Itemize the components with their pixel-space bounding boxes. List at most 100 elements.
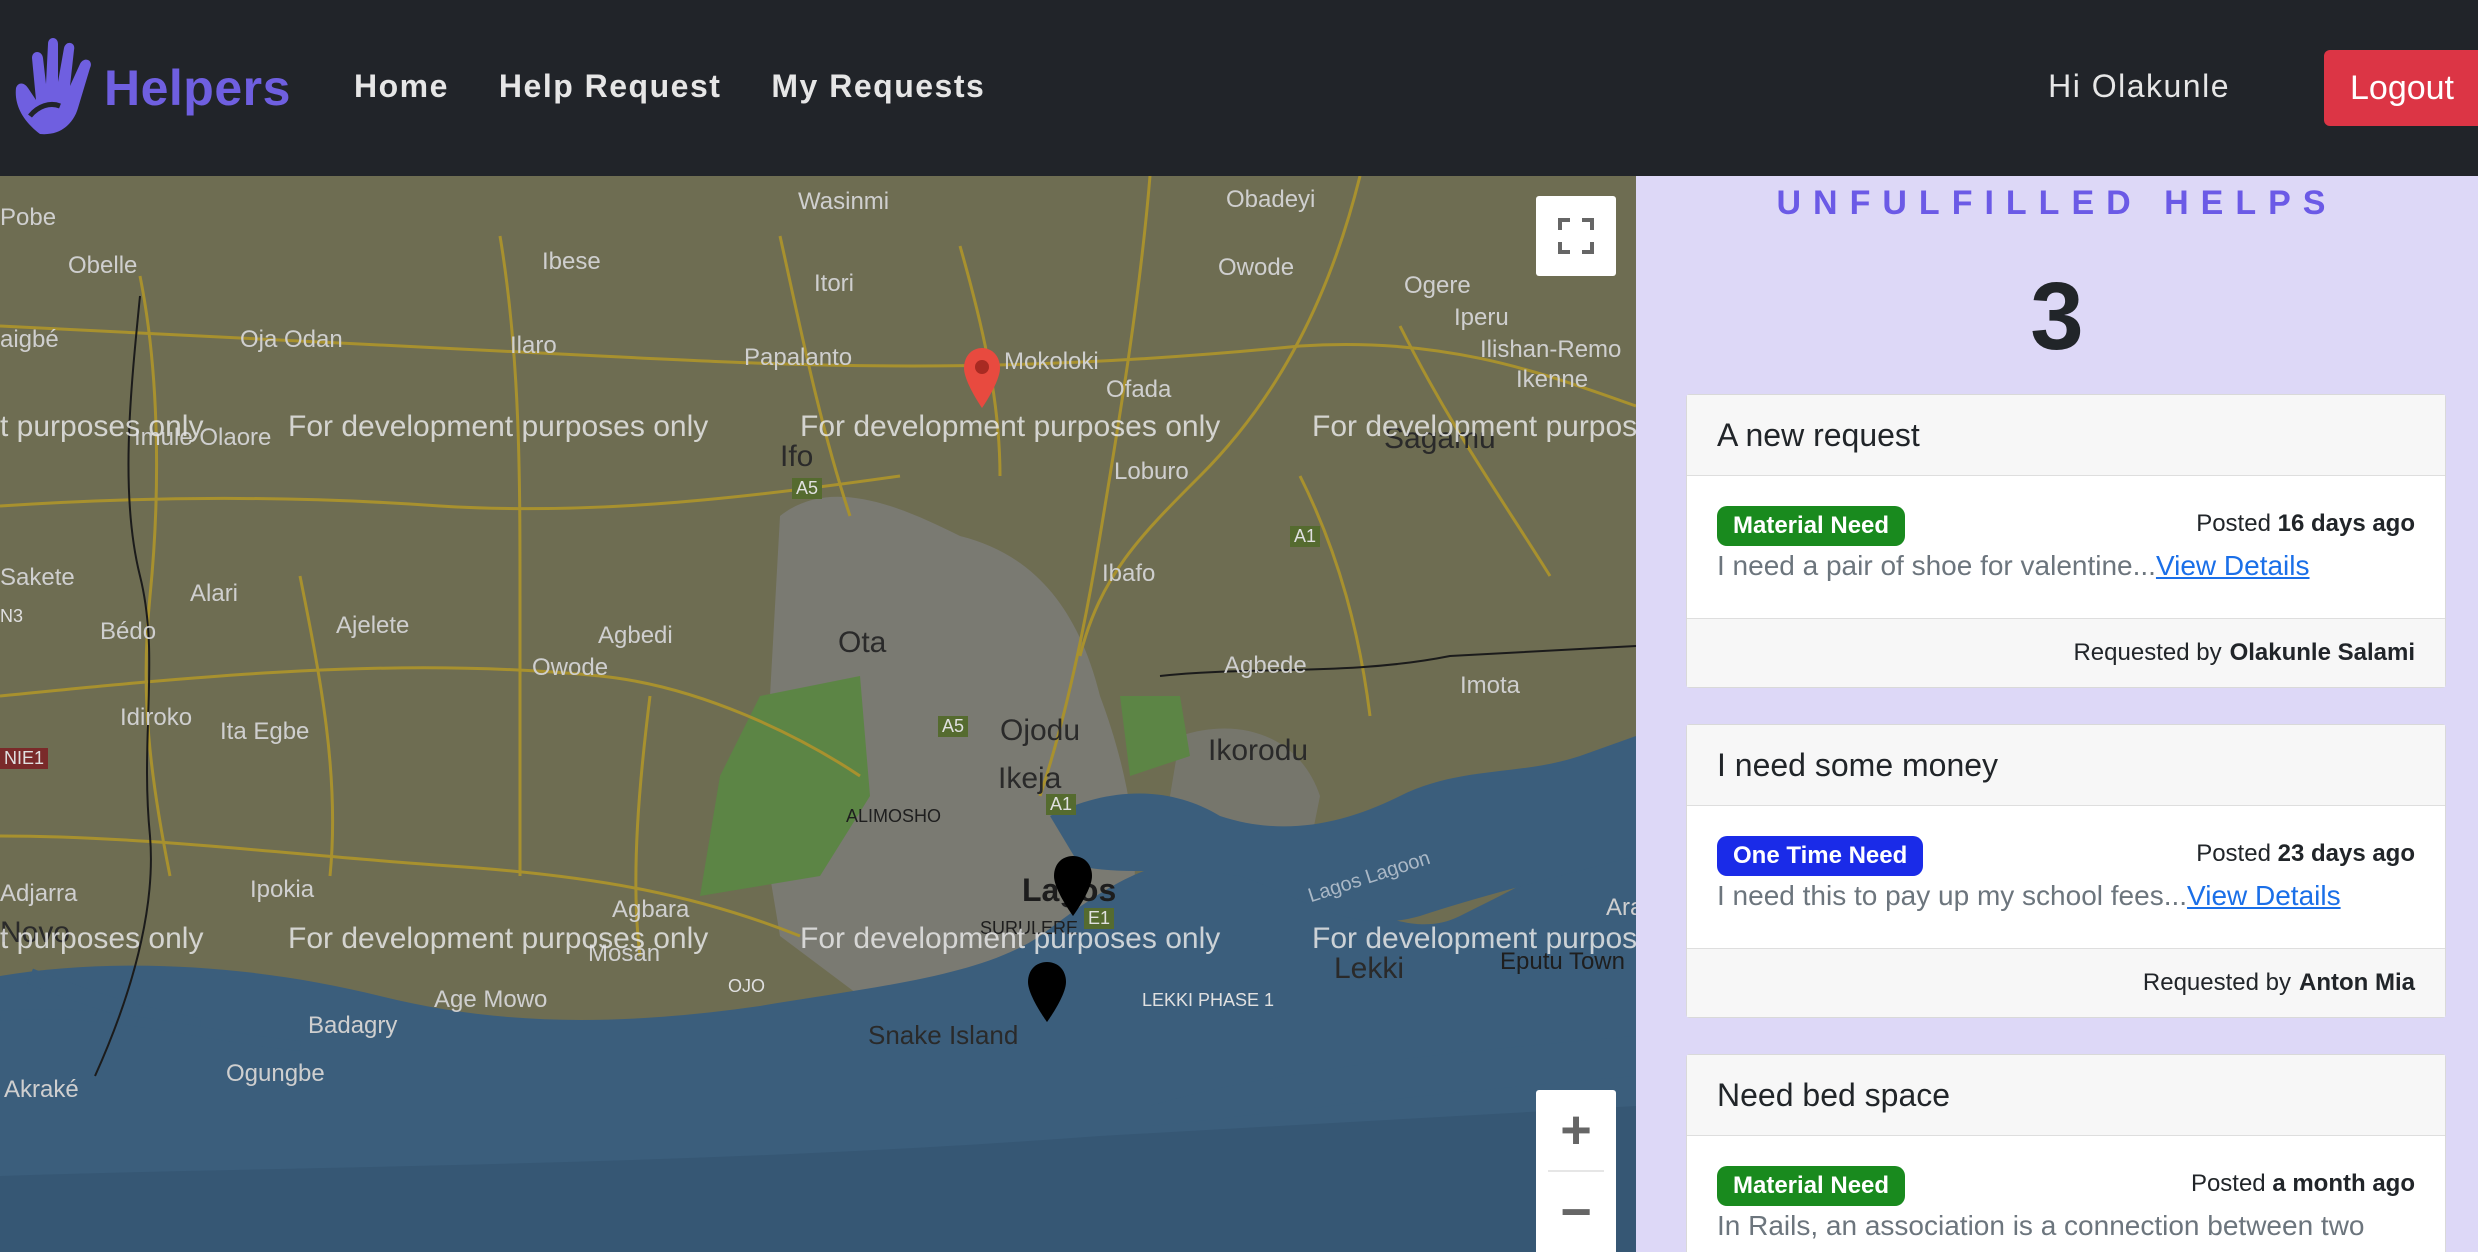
map-label-snake-island: Snake Island: [868, 1020, 1019, 1050]
watermark-text: For development purpos: [1312, 410, 1636, 443]
map-label-papalanto: Papalanto: [744, 344, 853, 371]
map-label-idiroko: Idiroko: [120, 704, 193, 731]
map-label-ogere: Ogere: [1404, 272, 1471, 299]
request-card: A new request Material Need Posted 16 da…: [1686, 394, 2446, 688]
map-label-ifo: Ifo: [780, 440, 814, 473]
map-marker-black[interactable]: [1024, 960, 1070, 1024]
request-description: I need this to pay up my school fees...V…: [1717, 880, 2341, 911]
need-type-badge: One Time Need: [1717, 836, 1924, 876]
map-label-akrake: Akraké: [4, 1076, 79, 1103]
map-label-age-mowo: Age Mowo: [434, 986, 548, 1013]
map-label-ikeja: Ikeja: [998, 762, 1062, 795]
watermark-text: For development purposes only: [288, 922, 709, 955]
nav-my-requests[interactable]: My Requests: [771, 68, 985, 105]
map-label-a5: A5: [792, 478, 823, 499]
map-label-a5-b: A5: [938, 716, 969, 737]
map-label-a1: A1: [1290, 526, 1321, 547]
view-details-link[interactable]: View Details: [2187, 880, 2341, 911]
map-label-owode-2: Owode: [532, 654, 609, 681]
unfulfilled-sidebar: UNFULFILLED HELPS 3 A new request Materi…: [1636, 176, 2478, 1252]
map-label-n3: N3: [0, 606, 24, 626]
map-label-ibese: Ibese: [542, 248, 601, 275]
map-label-mokoloki: Mokoloki: [1004, 348, 1099, 375]
watermark-text: t purposes only: [0, 922, 204, 955]
posted-time: Posted a month ago: [2190, 1170, 2415, 1197]
main-nav: Home Help Request My Requests: [354, 68, 985, 105]
map-label-nie1: NIE1: [0, 748, 49, 769]
watermark-text: For development purposes only: [800, 922, 1221, 955]
map-label-loburo: Loburo: [1114, 458, 1189, 485]
map-label-agbedi: Agbedi: [598, 622, 673, 649]
map-label-ojodu: Ojodu: [1000, 714, 1081, 747]
brand-name: Helpers: [104, 60, 291, 116]
map-label-agbede: Agbede: [1224, 652, 1307, 679]
map-label-bedo: Bédo: [100, 618, 157, 645]
map-label-ofada: Ofada: [1106, 376, 1172, 403]
map-label-ota: Ota: [838, 626, 887, 659]
request-description: In Rails, an association is a connection…: [1717, 1210, 2365, 1241]
map-label-ita-egbe: Ita Egbe: [220, 718, 310, 745]
map-label-oja-odan: Oja Odan: [240, 326, 343, 353]
request-card: Need bed space Material Need Posted a mo…: [1686, 1054, 2446, 1252]
map-marker-red[interactable]: [960, 346, 1004, 410]
view-details-link[interactable]: View Details: [2156, 550, 2310, 581]
request-title: A new request: [1687, 395, 2445, 476]
map[interactable]: Wasinmi Obadeyi Pobe Obelle Ibese Itori …: [0, 176, 1636, 1252]
watermark-text: For development purposes only: [288, 410, 709, 443]
need-type-badge: Material Need: [1717, 1166, 1906, 1206]
user-greeting: Hi Olakunle: [2048, 68, 2230, 104]
map-label-lekki-phase-1: LEKKI PHASE 1: [1142, 990, 1275, 1010]
map-label-ilaro: Ilaro: [510, 332, 557, 359]
logout-button[interactable]: Logout: [2324, 50, 2478, 126]
zoom-control: + −: [1536, 1090, 1616, 1252]
requester-name: Olakunle Salami: [2229, 639, 2415, 666]
map-label-badagry: Badagry: [308, 1012, 398, 1039]
fullscreen-button[interactable]: [1536, 196, 1616, 276]
navbar: Helpers Home Help Request My Requests Hi…: [0, 0, 2478, 176]
watermark-text: For development purpos: [1312, 922, 1636, 955]
map-label-alari: Alari: [190, 580, 239, 607]
map-label-ikenne: Ikenne: [1516, 366, 1589, 393]
map-label-agbara: Agbara: [612, 896, 690, 923]
map-label-adjarra: Adjarra: [0, 880, 78, 907]
request-body: Material Need Posted 16 days ago I need …: [1687, 476, 2445, 618]
map-label-ojo: OJO: [728, 976, 766, 996]
map-label-imota: Imota: [1460, 672, 1521, 699]
map-label-sakete: Sakete: [0, 564, 75, 591]
request-body: One Time Need Posted 23 days ago I need …: [1687, 806, 2445, 948]
need-type-badge: Material Need: [1717, 506, 1906, 546]
map-label-itori: Itori: [814, 270, 855, 297]
map-label-aigbe: aigbé: [0, 326, 59, 353]
map-label-owode: Owode: [1218, 254, 1295, 281]
nav-help-request[interactable]: Help Request: [499, 68, 721, 105]
map-label-a1-b: A1: [1046, 794, 1077, 815]
helping-hand-icon: [15, 38, 91, 135]
request-title: I need some money: [1687, 725, 2445, 806]
map-label-wasinmi: Wasinmi: [798, 188, 890, 215]
map-label-iperu: Iperu: [1454, 304, 1509, 331]
request-body: Material Need Posted a month ago In Rail…: [1687, 1136, 2445, 1252]
map-label-ibafo: Ibafo: [1102, 560, 1156, 587]
posted-time: Posted 16 days ago: [2196, 510, 2415, 537]
posted-time: Posted 23 days ago: [2196, 840, 2415, 867]
request-card: I need some money One Time Need Posted 2…: [1686, 724, 2446, 1018]
requester-name: Anton Mia: [2299, 969, 2415, 996]
map-label-alimosho: ALIMOSHO: [846, 806, 942, 826]
unfulfilled-count: 3: [2030, 263, 2084, 370]
map-label-ilishan-remo: Ilishan-Remo: [1480, 336, 1622, 363]
watermark-text: t purposes only: [0, 410, 204, 443]
map-label-ikorodu: Ikorodu: [1208, 734, 1309, 767]
map-label-pobe: Pobe: [0, 204, 57, 231]
fullscreen-icon: [1558, 218, 1594, 254]
watermark-text: For development purposes only: [800, 410, 1221, 443]
requested-by: Requested by Olakunle Salami: [1687, 618, 2445, 687]
map-label-ajelete: Ajelete: [336, 612, 410, 639]
map-label-ipokia: Ipokia: [250, 876, 315, 903]
zoom-in-button[interactable]: +: [1536, 1090, 1616, 1170]
map-label-lekki: Lekki: [1334, 952, 1405, 985]
zoom-out-button[interactable]: −: [1536, 1172, 1616, 1252]
map-marker-black[interactable]: [1050, 854, 1096, 918]
nav-home[interactable]: Home: [354, 68, 449, 105]
brand-logo[interactable]: Helpers: [10, 36, 291, 140]
requested-by: Requested by Anton Mia: [1687, 948, 2445, 1017]
